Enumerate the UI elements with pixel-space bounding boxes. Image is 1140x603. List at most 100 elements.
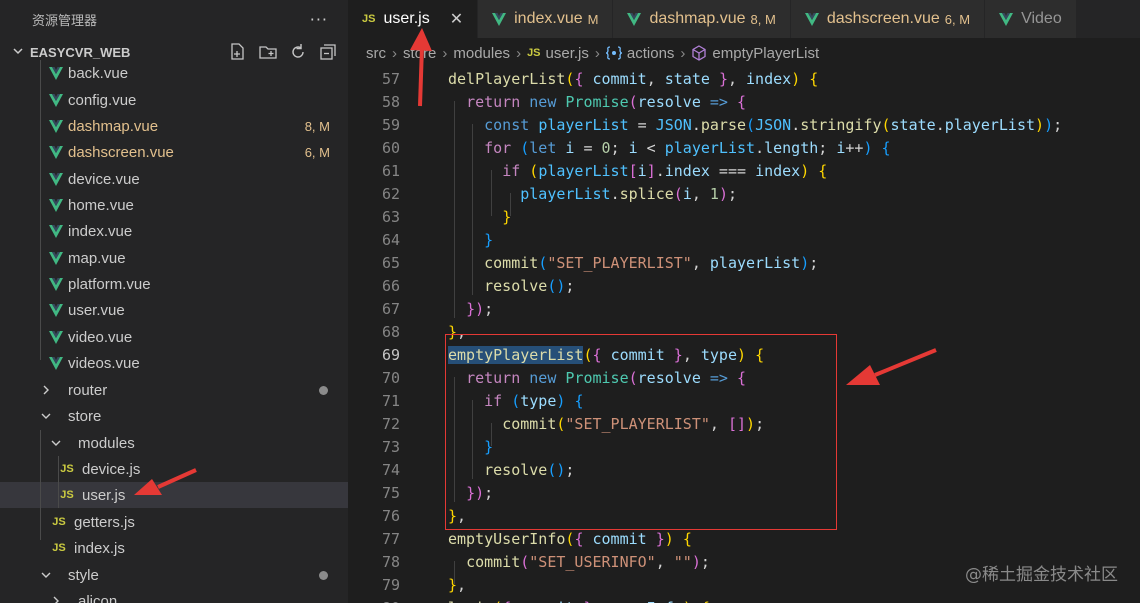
tab-dashscreen-vue[interactable]: dashscreen.vue 6, M [790, 0, 986, 38]
code-line: 60 for (let i = 0; i < playerList.length… [348, 136, 1140, 159]
vue-file-icon [48, 171, 64, 187]
tree-item-label: style [68, 566, 99, 584]
tree-item-style[interactable]: style [0, 562, 348, 588]
tree-item-dashmap-vue[interactable]: dashmap.vue 8, M [0, 113, 348, 139]
object-symbol-icon [605, 46, 622, 60]
tree-item-config-vue[interactable]: config.vue [0, 87, 348, 113]
explorer-sidebar: 资源管理器 ··· EASYCVR_WEB back.vue config.vue… [0, 0, 348, 603]
vue-file-icon [48, 118, 64, 134]
new-folder-icon[interactable] [258, 42, 278, 62]
vue-file-icon [48, 144, 64, 160]
code-text: } [484, 230, 494, 249]
tree-indent-guide [40, 60, 41, 360]
code-editor[interactable]: 57 delPlayerList({ commit, state }, index… [348, 66, 1140, 603]
tree-item-label: dashscreen.vue [68, 143, 174, 161]
tree-item-label: back.vue [68, 64, 129, 82]
tree-item-videos-vue[interactable]: videos.vue [0, 350, 348, 376]
js-file-icon: JS [527, 47, 541, 59]
breadcrumb-modules[interactable]: modules [453, 45, 510, 62]
tab-dashmap-vue[interactable]: dashmap.vue 8, M [613, 0, 791, 38]
tree-item-getters-js[interactable]: JS getters.js [0, 509, 348, 535]
chevron-down-icon [48, 435, 64, 451]
tab-Video[interactable]: Video [985, 0, 1077, 38]
breadcrumb-src[interactable]: src [366, 45, 386, 62]
tab-modified-badge: 6, M [944, 11, 971, 27]
tree-item-label: home.vue [68, 196, 134, 214]
line-number: 77 [381, 529, 400, 548]
line-number: 72 [381, 414, 400, 433]
vue-icon [627, 12, 642, 26]
tree-item-index-js[interactable]: JS index.js [0, 535, 348, 561]
line-number: 80 [348, 599, 400, 603]
changes-dot-icon [319, 385, 328, 395]
code-text: emptyUserInfo({ commit }) { [448, 529, 692, 548]
tab-modified-badge: M [587, 11, 599, 27]
refresh-icon[interactable] [288, 42, 308, 62]
tree-item-video-vue[interactable]: video.vue [0, 324, 348, 350]
vue-icon [492, 12, 507, 26]
tab-index-vue[interactable]: index.vue M [478, 0, 614, 38]
line-number: 66 [381, 276, 400, 295]
tree-item-back-vue[interactable]: back.vue [0, 60, 348, 86]
collapse-all-icon[interactable] [318, 42, 338, 62]
tree-item-modules[interactable]: modules [0, 430, 348, 456]
code-text: resolve(); [484, 460, 575, 479]
code-text: return new Promise(resolve => { [466, 368, 747, 387]
line-number: 65 [381, 253, 400, 272]
chevron-down-icon [38, 567, 54, 583]
js-file-icon: JS [60, 463, 74, 475]
breadcrumb-separator: › [392, 44, 397, 62]
explorer-title: 资源管理器 [32, 13, 98, 29]
tree-item-label: alicon [78, 592, 118, 603]
new-file-icon[interactable] [228, 42, 248, 62]
code-text: commit("SET_PLAYERLIST", []); [502, 414, 765, 433]
more-actions-button[interactable]: ··· [310, 10, 328, 29]
breadcrumb-actions[interactable]: actions [627, 45, 675, 62]
tab-label: dashmap.vue [649, 10, 746, 27]
line-number: 79 [381, 575, 400, 594]
line-number: 57 [381, 69, 400, 88]
tree-item-label: getters.js [74, 513, 135, 531]
chevron-down-icon [12, 45, 26, 60]
js-icon: JS [362, 13, 376, 25]
tree-item-home-vue[interactable]: home.vue [0, 192, 348, 218]
tree-item-device-vue[interactable]: device.vue [0, 166, 348, 192]
tree-item-user-vue[interactable]: user.vue [0, 297, 348, 323]
vue-file-icon [48, 355, 64, 371]
line-number: 60 [381, 138, 400, 157]
vue-file-icon [48, 223, 64, 239]
breadcrumb-method[interactable]: emptyPlayerList [712, 45, 819, 62]
tree-item-label: device.vue [68, 170, 140, 188]
tree-item-label: user.vue [68, 301, 125, 319]
code-line: 68}, [348, 320, 1140, 343]
tree-item-index-vue[interactable]: index.vue [0, 218, 348, 244]
breadcrumb-file[interactable]: user.js [546, 45, 589, 62]
tree-item-label: config.vue [68, 91, 137, 109]
line-number: 75 [381, 483, 400, 502]
line-number: 59 [381, 115, 400, 134]
tab-label: Video [1021, 10, 1062, 27]
tree-item-router[interactable]: router [0, 377, 348, 403]
code-line: 76}, [348, 504, 1140, 527]
tree-item-platform-vue[interactable]: platform.vue [0, 271, 348, 297]
tree-item-alicon[interactable]: alicon [0, 588, 348, 603]
tree-item-map-vue[interactable]: map.vue [0, 245, 348, 271]
breadcrumb-separator: › [516, 44, 522, 62]
code-line: 69 emptyPlayerList({ commit }, type) { [348, 343, 1140, 366]
code-text: for (let i = 0; i < playerList.length; i… [484, 138, 891, 157]
code-line: 70 return new Promise(resolve => { [348, 366, 1140, 389]
modified-badge: 6, M [304, 144, 330, 160]
tree-item-label: videos.vue [68, 354, 140, 372]
vue-file-icon [48, 329, 64, 345]
close-icon[interactable]: ✕ [450, 9, 463, 29]
js-file-icon: JS [52, 516, 66, 528]
tree-item-store[interactable]: store [0, 403, 348, 429]
tree-item-label: platform.vue [68, 275, 151, 293]
line-number: 61 [381, 161, 400, 180]
code-line: 62 playerList.splice(i, 1); [348, 182, 1140, 205]
code-line: 61 if (playerList[i].index === index) { [348, 159, 1140, 182]
explorer-header: 资源管理器 ··· [0, 0, 348, 38]
vue-file-icon [48, 302, 64, 318]
tree-item-dashscreen-vue[interactable]: dashscreen.vue 6, M [0, 139, 348, 165]
line-number: 62 [381, 184, 400, 203]
